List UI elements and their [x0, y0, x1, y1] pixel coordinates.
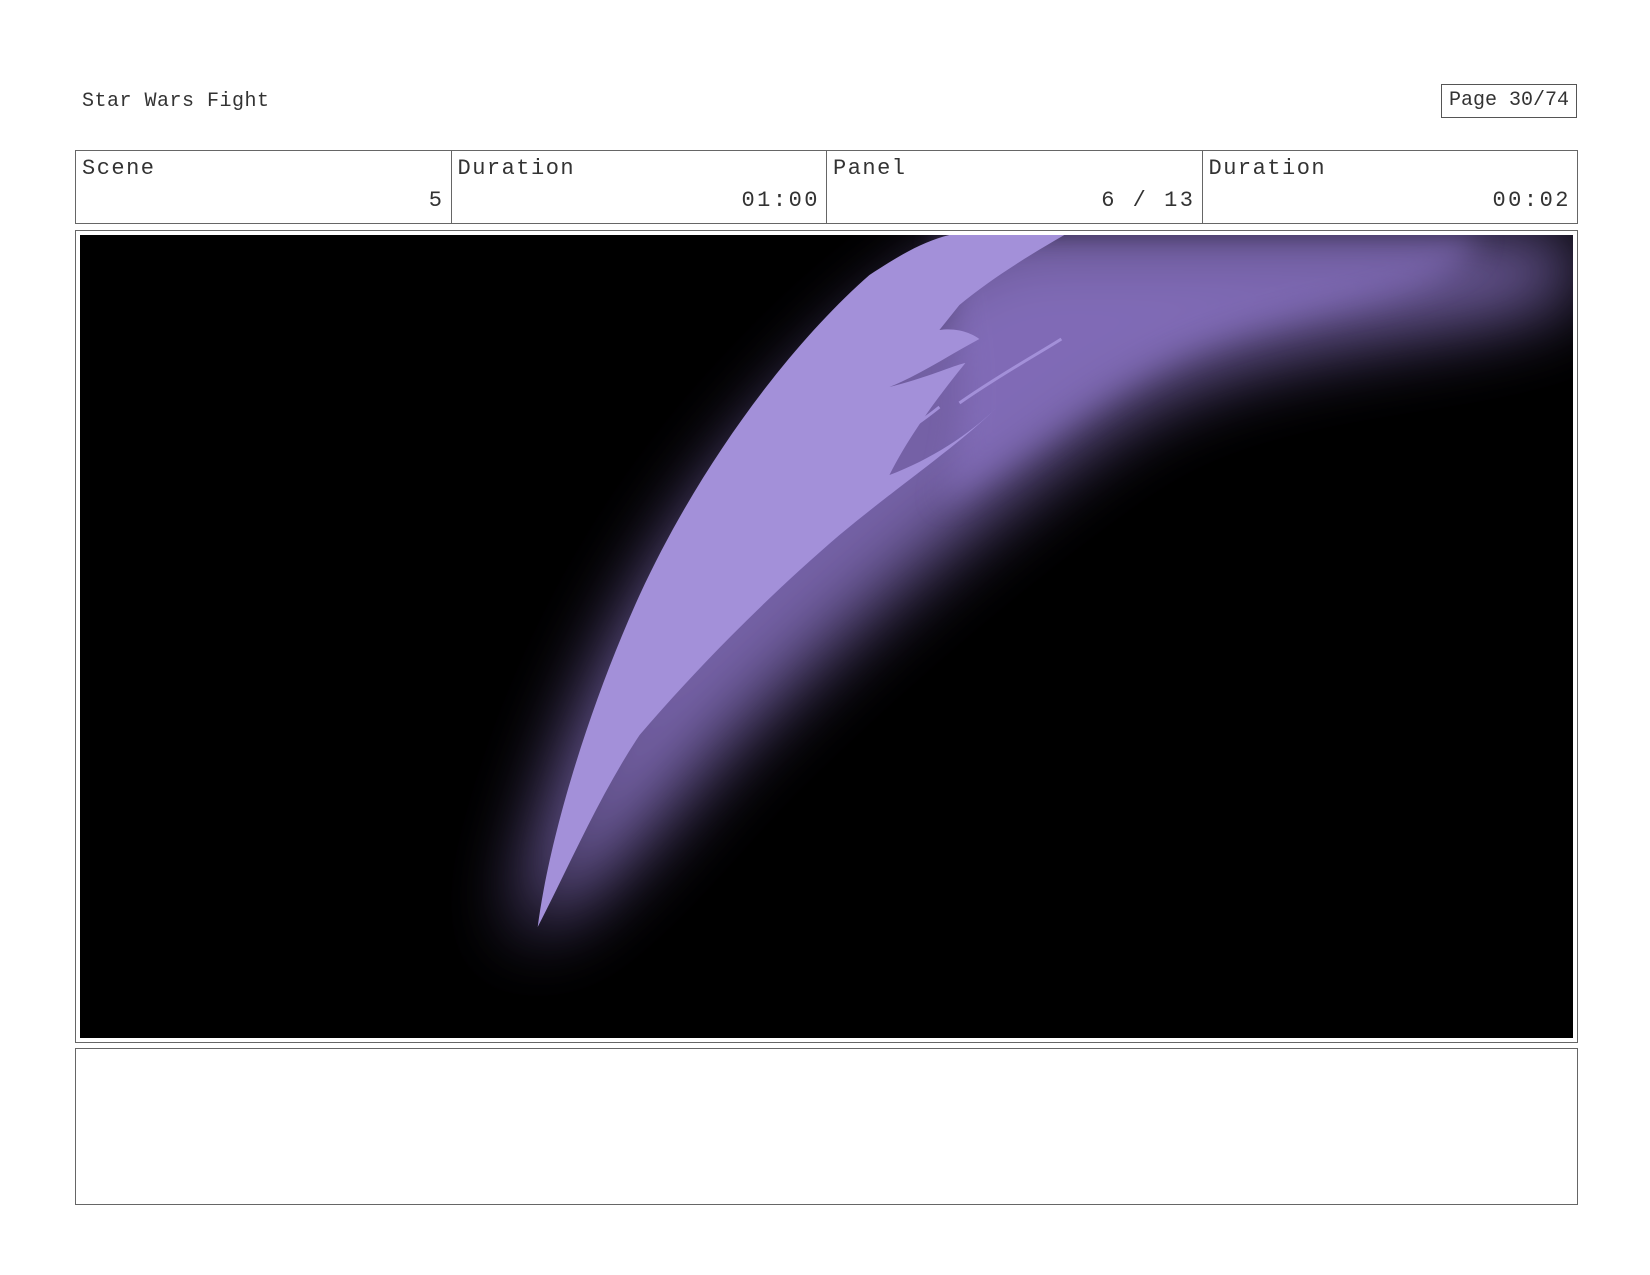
document-title: Star Wars Fight: [82, 90, 270, 113]
panel-duration-label: Duration: [1208, 156, 1327, 181]
panel-label: Panel: [833, 156, 907, 181]
scene-value: 5: [428, 188, 445, 213]
page-indicator: Page 30/74: [1441, 84, 1577, 118]
scene-duration-cell: Duration 01:00: [452, 151, 827, 223]
panel-notes-box: [75, 1048, 1578, 1205]
panel-info-table: Scene 5 Duration 01:00 Panel 6 / 13 Dura…: [75, 150, 1578, 224]
panel-cell: Panel 6 / 13: [827, 151, 1203, 223]
scene-duration-value: 01:00: [741, 188, 820, 213]
storyboard-panel-image: [80, 235, 1573, 1038]
lightsaber-slash-drawing: [80, 235, 1573, 1038]
storyboard-panel-frame: [75, 230, 1578, 1043]
scene-cell: Scene 5: [76, 151, 452, 223]
scene-duration-label: Duration: [457, 156, 576, 181]
panel-duration-cell: Duration 00:02: [1203, 151, 1578, 223]
panel-duration-value: 00:02: [1492, 188, 1571, 213]
scene-label: Scene: [82, 156, 156, 181]
panel-number-value: 6 / 13: [1101, 188, 1196, 213]
